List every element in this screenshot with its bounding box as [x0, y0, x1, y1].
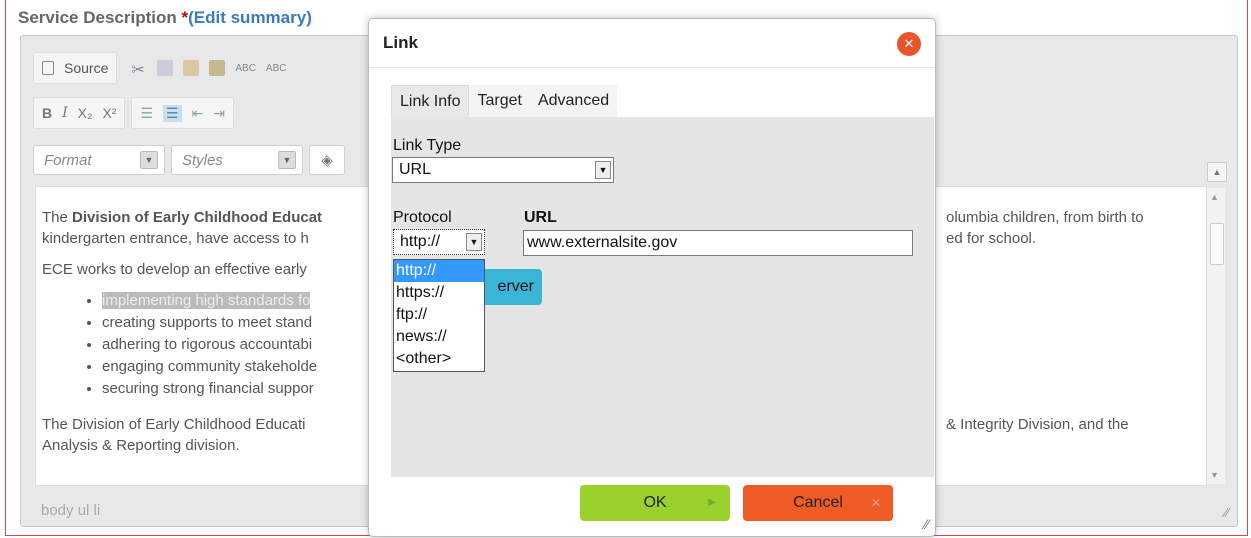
- superscript-button[interactable]: X²: [102, 105, 116, 121]
- tab-advanced[interactable]: Advanced: [529, 85, 618, 117]
- dialog-tabs: Link Info Target Advanced: [391, 85, 618, 118]
- content-scrollbar[interactable]: ▲ ▼: [1206, 188, 1225, 484]
- browse-server-button[interactable]: erver: [478, 269, 542, 305]
- protocol-option[interactable]: https://: [394, 282, 484, 304]
- show-blocks-button[interactable]: ◈: [309, 145, 345, 175]
- protocol-select[interactable]: http:// ▼: [393, 229, 485, 255]
- paragraph-text: The: [42, 209, 73, 226]
- cancel-button[interactable]: Cancel ✕: [743, 485, 893, 521]
- spellcheck-type-icon[interactable]: ABC: [266, 63, 287, 74]
- paragraph-text: ed for school.: [946, 230, 1037, 247]
- bold-button[interactable]: B: [42, 105, 52, 121]
- tab-target[interactable]: Target: [469, 85, 530, 117]
- url-input[interactable]: www.externalsite.gov: [523, 230, 913, 256]
- chevron-down-icon: ▼: [278, 151, 296, 169]
- field-label: Service Description *(Edit summary): [18, 8, 312, 28]
- numbered-list-icon[interactable]: ☰: [140, 105, 153, 122]
- chevron-down-icon[interactable]: ▼: [595, 161, 611, 179]
- paragraph-bold-text: Division of Early Childhood Educat: [72, 209, 323, 226]
- protocol-label: Protocol: [393, 209, 452, 226]
- subscript-button[interactable]: X₂: [78, 105, 93, 121]
- italic-button[interactable]: I: [62, 105, 68, 121]
- toolbar-row-3: Format ▼ Styles ▼ ◈: [33, 145, 345, 175]
- paste-icon[interactable]: [183, 60, 200, 76]
- basic-styles-group: B I X₂ X²: [33, 97, 126, 129]
- spellcheck-icon[interactable]: ABC: [235, 63, 256, 74]
- list-item-text: implementing high standards fo: [102, 292, 311, 309]
- paste-word-icon[interactable]: [209, 60, 226, 76]
- link-type-value: URL: [399, 161, 432, 178]
- close-icon[interactable]: ✕: [897, 32, 921, 56]
- link-type-label: Link Type: [393, 137, 462, 154]
- styles-combo[interactable]: Styles ▼: [171, 145, 303, 175]
- styles-combo-label: Styles: [182, 151, 223, 169]
- protocol-option[interactable]: ftp://: [394, 304, 484, 326]
- format-combo-label: Format: [44, 151, 92, 169]
- source-icon: [42, 61, 54, 75]
- source-button[interactable]: Source: [64, 60, 108, 76]
- indent-icon[interactable]: ⇥: [213, 105, 225, 122]
- paragraph-text: kindergarten entrance, have access to h: [42, 230, 309, 247]
- clipboard-group: ✂ ABC ABC: [123, 53, 294, 83]
- ok-button-label: OK: [643, 494, 667, 511]
- cancel-button-label: Cancel: [793, 494, 843, 511]
- dialog-divider: [369, 67, 935, 68]
- collapse-toolbar-button[interactable]: ▲: [1207, 162, 1227, 182]
- protocol-option[interactable]: <other>: [394, 348, 484, 370]
- url-label: URL: [524, 209, 557, 226]
- paragraph-text: Analysis & Reporting division.: [42, 437, 240, 454]
- outdent-icon[interactable]: ⇤: [192, 105, 204, 122]
- scroll-up-icon[interactable]: ▲: [1210, 192, 1219, 202]
- protocol-option[interactable]: news://: [394, 326, 484, 348]
- format-combo[interactable]: Format ▼: [33, 145, 165, 175]
- field-label-text: Service Description: [18, 8, 177, 27]
- paragraph-text: The Division of Early Childhood Educati: [42, 416, 306, 433]
- toolbar-row-2: B I X₂ X² ☰ ☰ ⇤ ⇥: [33, 97, 235, 129]
- source-group: Source: [33, 52, 118, 84]
- tab-link-info[interactable]: Link Info: [391, 85, 470, 118]
- edit-summary-link[interactable]: (Edit summary): [188, 8, 312, 27]
- chevron-down-icon: ▼: [140, 151, 158, 169]
- link-dialog: Link ✕ Link Info Target Advanced Link Ty…: [368, 18, 936, 537]
- toolbar-row-1: Source ✂ ABC ABC: [33, 52, 294, 84]
- protocol-value: http://: [400, 233, 441, 250]
- dialog-title: Link: [383, 33, 418, 52]
- bulleted-list-icon[interactable]: ☰: [163, 104, 182, 122]
- link-type-select[interactable]: URL ▼: [392, 157, 614, 183]
- play-icon: ▶: [708, 497, 716, 508]
- close-icon: ✕: [870, 496, 881, 510]
- chevron-down-icon[interactable]: ▼: [466, 233, 482, 251]
- element-path[interactable]: body ul li: [41, 502, 100, 519]
- list-group: ☰ ☰ ⇤ ⇥: [131, 97, 235, 129]
- copy-icon[interactable]: [157, 60, 174, 76]
- protocol-dropdown-list: http:// https:// ftp:// news:// <other>: [393, 259, 485, 372]
- dialog-resize-icon[interactable]: ⁄⁄: [924, 516, 929, 532]
- protocol-option[interactable]: http://: [394, 260, 484, 282]
- show-blocks-icon: ◈: [321, 152, 333, 169]
- scroll-down-icon[interactable]: ▼: [1210, 470, 1219, 480]
- paragraph-text: olumbia children, from birth to: [946, 209, 1144, 226]
- ok-button[interactable]: OK ▶: [580, 485, 730, 521]
- paragraph-text: & Integrity Division, and the: [946, 416, 1129, 433]
- resize-handle-icon[interactable]: ⁄⁄: [1225, 505, 1229, 520]
- scrollbar-thumb[interactable]: [1210, 223, 1224, 265]
- cut-icon[interactable]: ✂: [131, 60, 147, 79]
